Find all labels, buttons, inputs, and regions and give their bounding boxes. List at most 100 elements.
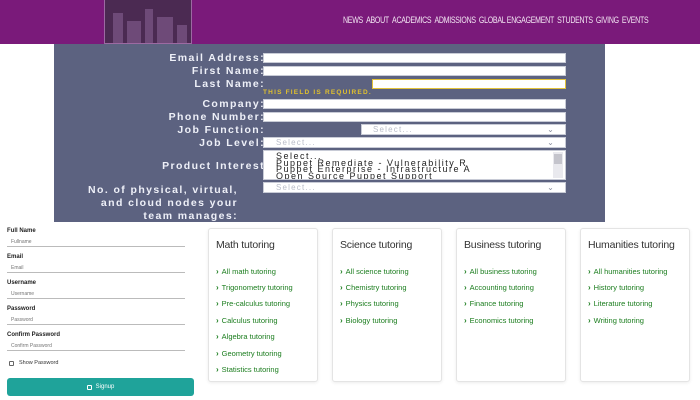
- job-function-value: Select...: [373, 125, 413, 134]
- chevron-down-icon: ⌄: [547, 125, 555, 134]
- signup-button-label: Signup: [95, 384, 115, 390]
- signup-button[interactable]: Signup: [7, 378, 194, 396]
- card-title: Math tutoring: [216, 239, 275, 251]
- card-math-tutoring: Math tutoring › All math tutoring › Trigon…: [208, 228, 318, 382]
- show-password-checkbox[interactable]: [9, 360, 14, 366]
- chevron-right-icon: ›: [588, 315, 591, 325]
- link-all-science-tutoring[interactable]: › All science tutoring: [340, 263, 409, 279]
- nav-item-events[interactable]: EVENTS: [622, 15, 649, 25]
- card-business-tutoring: Business tutoring › All business tutoring…: [456, 228, 566, 382]
- job-function-select[interactable]: Select... ⌄: [361, 124, 566, 135]
- confirm-password-input[interactable]: [7, 338, 185, 351]
- listbox-scrollbar[interactable]: [553, 152, 563, 178]
- first-name-input[interactable]: [263, 66, 566, 76]
- link-pre-calculus-tutoring[interactable]: › Pre-calculus tutoring: [216, 296, 293, 312]
- password-input[interactable]: [7, 312, 185, 325]
- job-function-label: Job Function:: [177, 124, 265, 136]
- lead-form: Email Address: First Name: Last Name: TH…: [54, 44, 605, 222]
- chevron-right-icon: ›: [340, 315, 343, 325]
- chevron-right-icon: ›: [588, 299, 591, 309]
- card-title: Business tutoring: [464, 239, 542, 251]
- link-finance-tutoring[interactable]: › Finance tutoring: [464, 296, 537, 312]
- top-nav-bar: NEWS ABOUT ACADEMICS ADMISSIONS GLOBAL E…: [0, 0, 700, 44]
- card-links: › All humanities tutoring › History tutori…: [588, 263, 667, 329]
- link-economics-tutoring[interactable]: › Economics tutoring: [464, 312, 537, 328]
- chevron-right-icon: ›: [340, 266, 343, 276]
- company-input[interactable]: [263, 99, 566, 109]
- link-history-tutoring[interactable]: › History tutoring: [588, 279, 667, 295]
- card-links: › All science tutoring › Chemistry tutorin…: [340, 263, 409, 329]
- card-title: Humanities tutoring: [588, 239, 675, 251]
- link-biology-tutoring[interactable]: › Biology tutoring: [340, 312, 409, 328]
- nav-item-students[interactable]: STUDENTS: [557, 15, 593, 25]
- full-name-input[interactable]: [7, 234, 185, 247]
- phone-number-label: Phone Number:: [168, 111, 265, 123]
- chevron-right-icon: ›: [216, 315, 219, 325]
- chevron-right-icon: ›: [464, 283, 467, 293]
- chevron-right-icon: ›: [340, 283, 343, 293]
- last-name-label: Last Name:: [194, 78, 265, 90]
- chevron-right-icon: ›: [340, 299, 343, 309]
- link-trigonometry-tutoring[interactable]: › Trigonometry tutoring: [216, 279, 293, 295]
- product-interest-option[interactable]: Open Source Puppet Support: [264, 171, 565, 179]
- page: NEWS ABOUT ACADEMICS ADMISSIONS GLOBAL E…: [0, 0, 700, 400]
- nav-item-giving[interactable]: GIVING: [596, 15, 619, 25]
- link-accounting-tutoring[interactable]: › Accounting tutoring: [464, 279, 537, 295]
- nav-item-global-engagement[interactable]: GLOBAL ENGAGEMENT: [479, 15, 554, 25]
- job-level-label: Job Level:: [199, 137, 265, 149]
- link-chemistry-tutoring[interactable]: › Chemistry tutoring: [340, 279, 409, 295]
- chevron-down-icon: ⌄: [547, 183, 555, 192]
- show-password-label: Show Password: [19, 360, 59, 366]
- card-title: Science tutoring: [340, 239, 413, 251]
- lock-icon: [86, 384, 92, 390]
- link-geometry-tutoring[interactable]: › Geometry tutoring: [216, 345, 293, 361]
- nav-item-about[interactable]: ABOUT: [366, 15, 389, 25]
- link-literature-tutoring[interactable]: › Literature tutoring: [588, 296, 667, 312]
- nodes-label: No. of physical, virtual, and cloud node…: [88, 184, 238, 222]
- chevron-right-icon: ›: [216, 348, 219, 358]
- chevron-right-icon: ›: [216, 283, 219, 293]
- nav-item-academics[interactable]: ACADEMICS: [392, 15, 432, 25]
- username-field: Username: [7, 280, 185, 299]
- link-all-business-tutoring[interactable]: › All business tutoring: [464, 263, 537, 279]
- link-all-humanities-tutoring[interactable]: › All humanities tutoring: [588, 263, 667, 279]
- email-address-input[interactable]: [263, 53, 566, 63]
- password-field: Password: [7, 306, 185, 325]
- link-algebra-tutoring[interactable]: › Algebra tutoring: [216, 329, 293, 345]
- job-level-value: Select...: [276, 138, 316, 147]
- card-links: › All business tutoring › Accounting tutor…: [464, 263, 537, 329]
- product-interest-label: Product Interest: [162, 160, 265, 172]
- nav-item-news[interactable]: NEWS: [343, 15, 363, 25]
- chevron-right-icon: ›: [216, 365, 219, 375]
- signup-form: Full Name Email Username Password Confir…: [0, 222, 200, 400]
- username-input[interactable]: [7, 286, 185, 299]
- confirm-password-field: Confirm Password: [7, 332, 185, 351]
- chevron-right-icon: ›: [216, 332, 219, 342]
- nodes-select[interactable]: Select... ⌄: [263, 182, 566, 193]
- chevron-down-icon: ⌄: [547, 138, 555, 147]
- product-interest-listbox[interactable]: Select... Puppet Remediate - Vulnerabili…: [263, 150, 566, 180]
- campus-banner-image: [104, 0, 192, 44]
- email-input[interactable]: [7, 260, 185, 273]
- card-science-tutoring: Science tutoring › All science tutoring ›…: [332, 228, 442, 382]
- link-calculus-tutoring[interactable]: › Calculus tutoring: [216, 312, 293, 328]
- link-physics-tutoring[interactable]: › Physics tutoring: [340, 296, 409, 312]
- nodes-value: Select...: [276, 183, 316, 192]
- phone-number-input[interactable]: [263, 112, 566, 122]
- chevron-right-icon: ›: [588, 283, 591, 293]
- card-humanities-tutoring: Humanities tutoring › All humanities tuto…: [580, 228, 690, 382]
- main-nav: NEWS ABOUT ACADEMICS ADMISSIONS GLOBAL E…: [343, 15, 649, 25]
- full-name-field: Full Name: [7, 228, 185, 247]
- job-level-select[interactable]: Select... ⌄: [263, 137, 566, 148]
- last-name-input[interactable]: [372, 79, 566, 89]
- chevron-right-icon: ›: [464, 315, 467, 325]
- link-statistics-tutoring[interactable]: › Statistics tutoring: [216, 361, 293, 377]
- card-links: › All math tutoring › Trigonometry tutorin…: [216, 263, 293, 378]
- show-password-toggle[interactable]: Show Password: [9, 360, 58, 366]
- chevron-right-icon: ›: [588, 266, 591, 276]
- last-name-error: THIS FIELD IS REQUIRED.: [263, 89, 372, 96]
- nav-item-admissions[interactable]: ADMISSIONS: [434, 15, 476, 25]
- company-label: Company:: [202, 98, 265, 110]
- link-all-math-tutoring[interactable]: › All math tutoring: [216, 263, 293, 279]
- link-writing-tutoring[interactable]: › Writing tutoring: [588, 312, 667, 328]
